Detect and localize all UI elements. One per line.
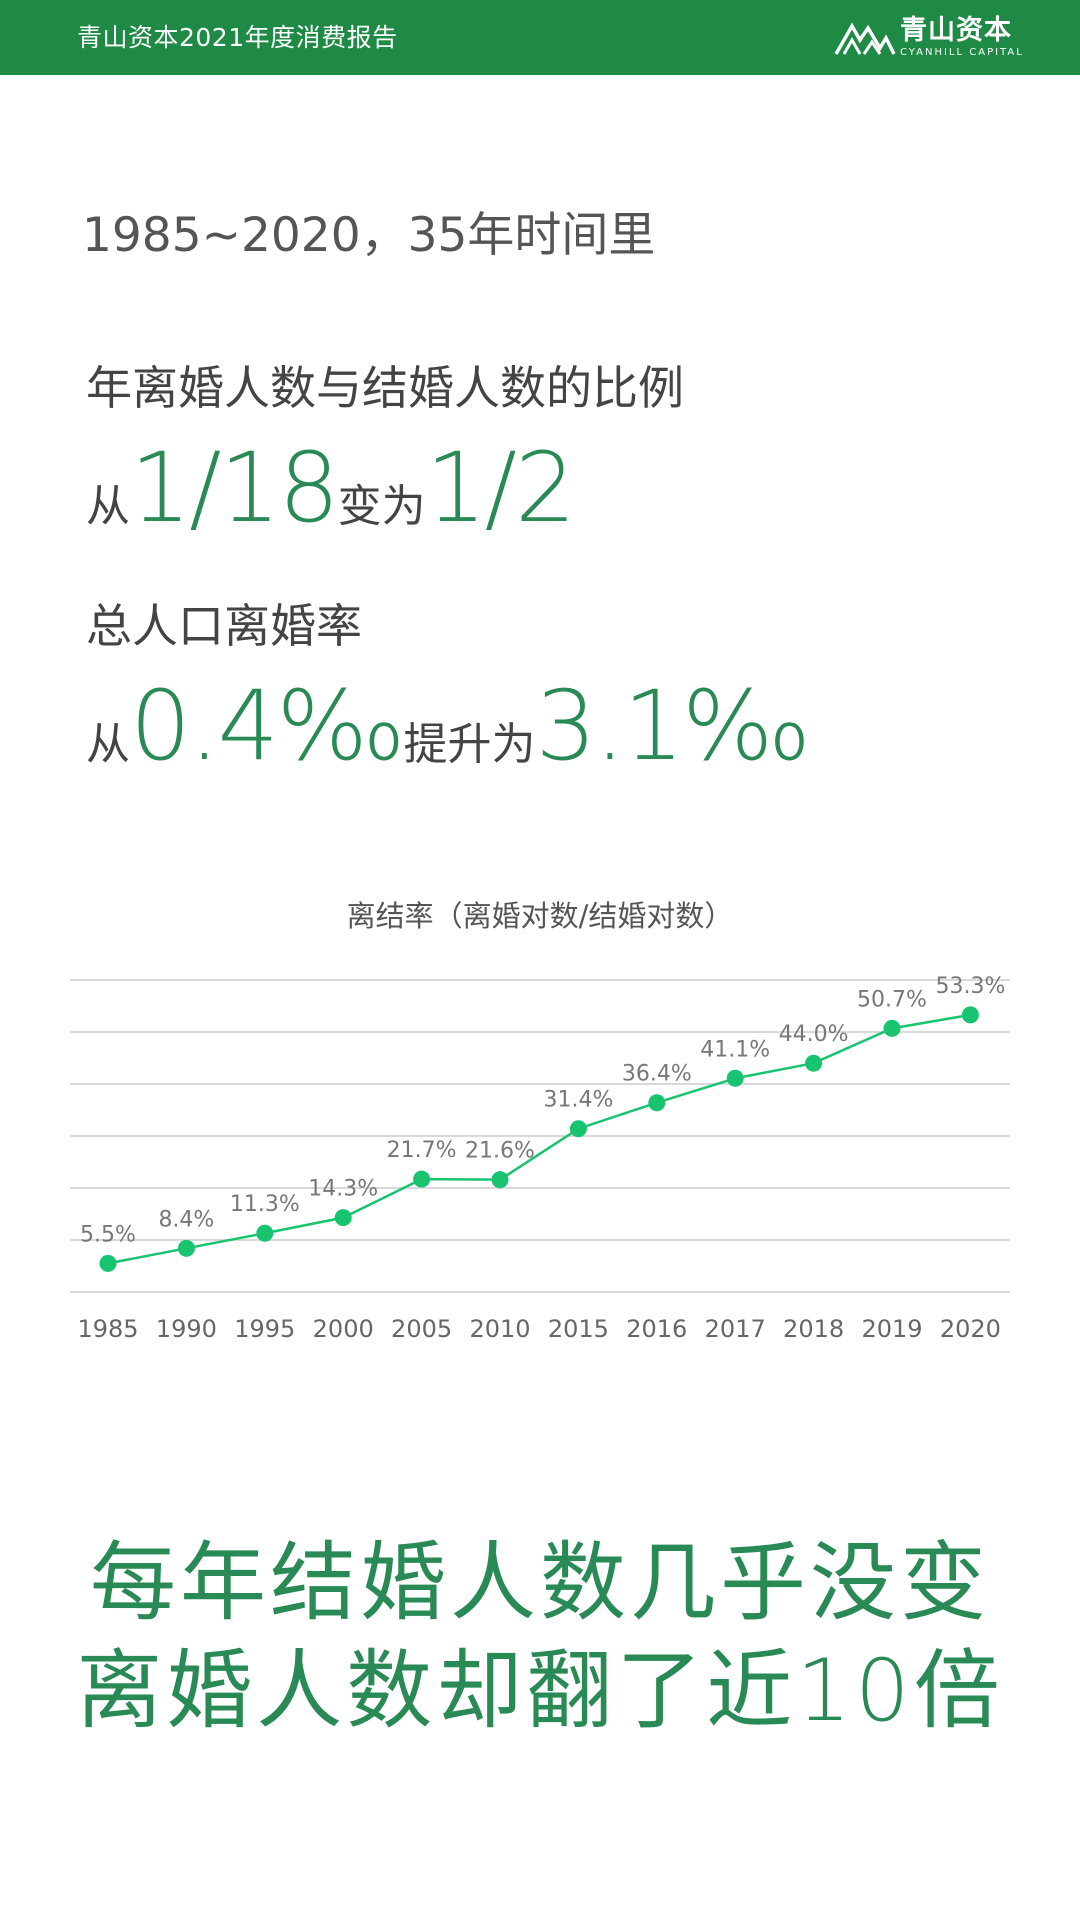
x-tick-label: 1990 — [156, 1315, 217, 1343]
x-tick-label: 2010 — [469, 1315, 530, 1343]
data-point — [334, 1209, 352, 1227]
logo-text-en: CYANHILL CAPITAL — [900, 47, 1024, 58]
data-label: 41.1% — [700, 1037, 770, 1062]
ratio-from-value: 1/18 — [130, 432, 340, 544]
x-tick-label: 2019 — [861, 1315, 922, 1343]
data-label: 44.0% — [779, 1022, 849, 1047]
x-tick-label: 2015 — [548, 1315, 609, 1343]
data-point — [726, 1069, 744, 1087]
brand-logo: 青山资本 CYANHILL CAPITAL — [834, 16, 1024, 60]
x-tick-label: 2016 — [626, 1315, 687, 1343]
data-point — [883, 1019, 901, 1037]
divorce-rate-change-line: 从0.4‰提升为3.1‰ — [86, 676, 811, 804]
divorce-marriage-ratio-line-chart: 5.5% 1985 8.4% 1990 11.3% 1995 14.3% 2000 21.7% 2… — [70, 974, 1010, 1343]
x-tick-label: 2018 — [783, 1315, 844, 1343]
ratio-prefix: 从 — [86, 481, 130, 532]
data-label: 5.5% — [80, 1222, 136, 1247]
mountain-logo-icon — [834, 22, 896, 55]
top-bar: 青山资本2021年度消费报告 青山资本 CYANHILL CAPITAL — [0, 0, 1080, 75]
report-title: 青山资本2021年度消费报告 — [77, 23, 398, 52]
ratio-label: 年离婚人数与结婚人数的比例 — [86, 361, 684, 415]
intro-text: 1985~2020，35年时间里 — [82, 208, 656, 263]
data-point — [805, 1054, 823, 1072]
data-label: 50.7% — [857, 987, 927, 1012]
x-tick-label: 2000 — [313, 1315, 374, 1343]
data-point — [177, 1239, 195, 1257]
ratio-middle: 变为 — [337, 481, 426, 532]
data-label: 36.4% — [622, 1062, 692, 1087]
logo-text-cn: 青山资本 — [900, 15, 1012, 46]
data-point — [256, 1224, 274, 1242]
ratio-change-line: 从1/18变为1/2 — [86, 438, 576, 566]
x-tick-label: 1985 — [77, 1315, 138, 1343]
x-tick-label: 2020 — [940, 1315, 1001, 1343]
rate-middle: 提升为 — [403, 719, 536, 770]
data-point — [648, 1094, 666, 1112]
data-label: 8.4% — [158, 1207, 214, 1232]
x-tick-label: 2005 — [391, 1315, 452, 1343]
data-label: 14.3% — [308, 1177, 378, 1202]
data-point — [99, 1254, 117, 1272]
chart-title: 离结率（离婚对数/结婚对数） — [346, 899, 734, 933]
data-point — [569, 1120, 587, 1138]
data-label: 53.3% — [935, 974, 1005, 999]
data-label: 31.4% — [543, 1088, 613, 1113]
data-point — [413, 1170, 431, 1188]
rate-prefix: 从 — [86, 719, 130, 770]
rate-from-value: 0.4‰ — [130, 670, 405, 782]
x-tick-label: 1995 — [234, 1315, 295, 1343]
data-label: 11.3% — [230, 1192, 300, 1217]
divorce-rate-label: 总人口离婚率 — [86, 599, 362, 653]
data-point — [491, 1171, 509, 1189]
conclusion-line-2: 离婚人数却翻了近10倍 — [76, 1641, 1004, 1741]
x-tick-label: 2017 — [705, 1315, 766, 1343]
series-line — [107, 1013, 971, 1265]
data-label: 21.6% — [465, 1139, 535, 1164]
ratio-to-value: 1/2 — [425, 432, 576, 544]
data-label: 21.7% — [387, 1138, 457, 1163]
data-point — [961, 1006, 979, 1024]
rate-to-value: 3.1‰ — [535, 670, 810, 782]
conclusion-line-1: 每年结婚人数几乎没变 — [90, 1533, 990, 1633]
